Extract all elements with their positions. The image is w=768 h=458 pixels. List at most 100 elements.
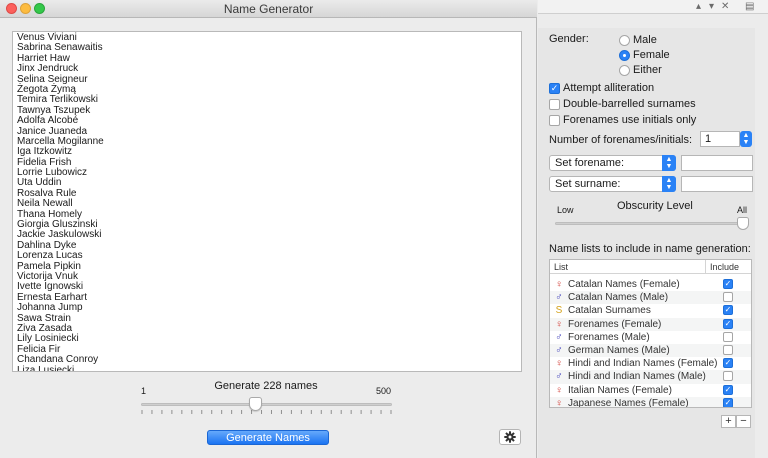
include-checkbox[interactable] — [723, 292, 733, 303]
name-list-item[interactable]: Harriet Haw — [17, 53, 517, 64]
name-list-item[interactable]: Temira Terlikowski — [17, 94, 517, 105]
table-row[interactable]: ♂ German Names (Male) — [550, 344, 751, 358]
female-icon: ♀ — [555, 358, 563, 370]
name-list-item[interactable]: Ziva Zasada — [17, 323, 517, 334]
name-list-item[interactable]: Iga Itzkowitz — [17, 146, 517, 157]
add-list-button[interactable]: + — [721, 415, 736, 428]
name-list-item[interactable]: Rosalva Rule — [17, 188, 517, 199]
slider-track — [141, 403, 392, 406]
slider-knob[interactable] — [249, 397, 263, 411]
name-list-item[interactable]: Dahlina Dyke — [17, 240, 517, 251]
name-lists-label: Name lists to include in name generation… — [549, 243, 751, 255]
name-list-item[interactable]: Lorenza Lucas — [17, 250, 517, 261]
female-icon: ♀ — [555, 279, 563, 290]
remove-list-button[interactable]: − — [736, 415, 751, 428]
list-name: Catalan Names (Male) — [568, 292, 669, 304]
table-row[interactable]: ♀ Italian Names (Female) ✓ — [550, 384, 751, 397]
obscurity-high-label: All — [737, 205, 748, 215]
name-list-item[interactable]: Ivette Ignowski — [17, 281, 517, 292]
chevron-updown-icon: ▲ ▼ — [662, 176, 676, 192]
surname-icon: S — [555, 305, 563, 317]
table-row[interactable]: ♀ Japanese Names (Female) ✓ — [550, 396, 751, 407]
obscurity-slider[interactable] — [555, 217, 749, 233]
generate-names-button[interactable]: Generate Names — [207, 430, 329, 445]
generate-count-slider[interactable] — [141, 397, 392, 417]
include-checkbox[interactable] — [723, 345, 733, 355]
gender-radio-female[interactable] — [619, 50, 630, 61]
name-lists-table[interactable]: List Include ♀ Catalan Names (Female) ✓ ♂ Ca… — [549, 259, 752, 408]
name-list-item[interactable]: Sawa Strain — [17, 313, 517, 324]
generated-names-list[interactable]: Venus Viviani Sabrina Senawaitis Harriet H… — [12, 31, 522, 372]
list-name: Hindi and Indian Names (Male) — [568, 371, 706, 383]
include-checkbox[interactable]: ✓ — [723, 397, 733, 407]
name-list-item[interactable]: Liza Lusiecki — [17, 365, 517, 371]
name-list-item[interactable]: Sabrina Senawaitis — [17, 42, 517, 53]
include-checkbox[interactable]: ✓ — [723, 305, 733, 316]
include-checkbox[interactable] — [723, 371, 733, 382]
option-checkbox-label[interactable]: Forenames use initials only — [563, 114, 696, 126]
name-list-item[interactable]: Neila Newall — [17, 198, 517, 209]
obscurity-slider-knob[interactable] — [737, 217, 749, 230]
gender-radio-either[interactable] — [619, 65, 630, 76]
name-list-item[interactable]: Lorrie Lubowicz — [17, 167, 517, 178]
option-checkbox-label[interactable]: Attempt alliteration — [563, 82, 654, 94]
gear-icon — [504, 431, 516, 443]
name-list-item[interactable]: Tawnya Tszupek — [17, 105, 517, 116]
generate-slider-min-label: 1 — [141, 386, 147, 396]
male-icon: ♂ — [555, 292, 563, 304]
gender-radio-label[interactable]: Either — [633, 64, 662, 76]
name-list-item[interactable]: Jinx Jendruck — [17, 63, 517, 74]
gender-radio-male[interactable] — [619, 35, 630, 46]
gender-radio-label[interactable]: Female — [633, 49, 670, 61]
table-row[interactable]: ♀ Hindi and Indian Names (Female) ✓ — [550, 357, 751, 370]
forenames-count-stepper[interactable]: ▲ ▼ — [740, 131, 752, 147]
table-row[interactable]: ♀ Forenames (Female) ✓ — [550, 317, 751, 331]
include-checkbox[interactable]: ✓ — [723, 279, 733, 289]
table-row[interactable]: ♂ Catalan Names (Male) — [550, 291, 751, 305]
table-header: List Include — [550, 260, 751, 274]
name-list-item[interactable]: Adolfa Alcobé — [17, 115, 517, 126]
column-header-list[interactable]: List — [554, 260, 568, 274]
option-checkbox[interactable] — [549, 99, 560, 110]
list-name: German Names (Male) — [568, 345, 670, 356]
name-list-item[interactable]: Selina Seigneur — [17, 74, 517, 85]
option-checkbox[interactable]: ✓ — [549, 83, 560, 94]
option-checkbox-label[interactable]: Double-barrelled surnames — [563, 98, 696, 110]
chevron-up-icon[interactable]: ▴ — [696, 0, 701, 13]
table-row[interactable]: S Catalan Surnames ✓ — [550, 304, 751, 317]
name-list-item[interactable]: Pamela Pipkin — [17, 261, 517, 272]
list-name: Catalan Names (Female) — [568, 279, 680, 290]
option-checkbox[interactable] — [549, 115, 560, 126]
table-row[interactable]: ♂ Hindi and Indian Names (Male) — [550, 370, 751, 384]
name-list-item[interactable]: Uta Uddin — [17, 178, 517, 189]
name-list-item[interactable]: Jackie Jaskulowski — [17, 230, 517, 241]
title-bar: Name Generator — [0, 0, 537, 18]
name-list-item[interactable]: Marcella Mogilanne — [17, 136, 517, 147]
clipboard-icon[interactable]: ▤ — [745, 0, 754, 13]
window-title: Name Generator — [223, 2, 314, 16]
set-surname-popup[interactable]: Set surname: ▲ ▼ — [549, 176, 676, 192]
settings-button[interactable] — [499, 429, 521, 445]
name-list-item[interactable]: Lily Losiniecki — [17, 333, 517, 344]
name-list-item[interactable]: Fidelia Frish — [17, 157, 517, 168]
table-row[interactable]: ♀ Catalan Names (Female) ✓ — [550, 278, 751, 291]
include-checkbox[interactable]: ✓ — [723, 358, 733, 369]
name-list-item[interactable]: Chandana Conroy — [17, 354, 517, 365]
include-checkbox[interactable]: ✓ — [723, 384, 733, 395]
table-row[interactable]: ♂ Forenames (Male) — [550, 331, 751, 344]
include-checkbox[interactable]: ✓ — [723, 318, 733, 329]
name-list-item[interactable]: Johanna Jump — [17, 302, 517, 313]
chevron-down-icon[interactable]: ▾ — [709, 0, 714, 13]
generate-slider-max-label: 500 — [376, 386, 392, 396]
close-icon[interactable]: ✕ — [721, 0, 729, 13]
forename-input[interactable] — [681, 155, 753, 171]
surname-input[interactable] — [681, 176, 753, 192]
forenames-count-field[interactable]: 1 — [700, 131, 740, 147]
name-list-item[interactable]: Ernesta Earhart — [17, 292, 517, 303]
set-forename-popup[interactable]: Set forename: ▲ ▼ — [549, 155, 676, 171]
column-header-include[interactable]: Include — [705, 260, 739, 274]
name-list-item[interactable]: Victorija Vnuk — [17, 271, 517, 282]
male-icon: ♂ — [555, 345, 563, 356]
gender-radio-label[interactable]: Male — [633, 34, 657, 46]
include-checkbox[interactable] — [723, 331, 733, 342]
